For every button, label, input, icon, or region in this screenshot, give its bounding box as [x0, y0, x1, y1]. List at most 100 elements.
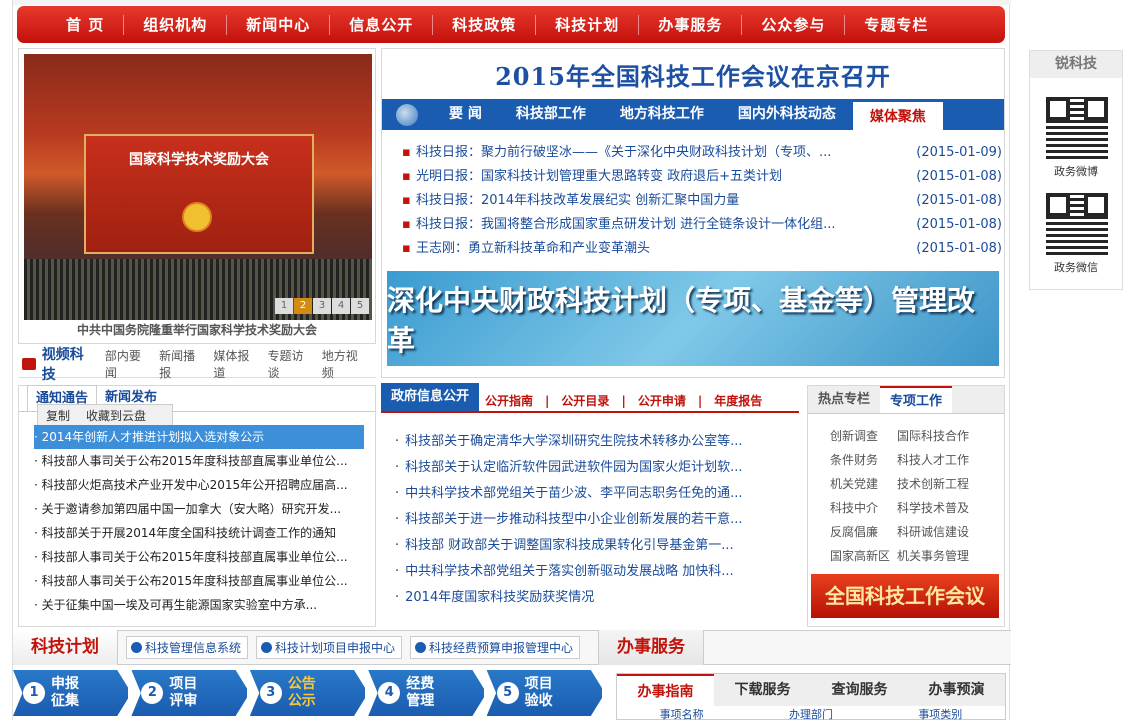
tab-preview[interactable]: 办事预演: [908, 674, 1005, 706]
step-item[interactable]: 4 经费管理: [368, 670, 487, 716]
link-apply[interactable]: 公开申请: [632, 391, 692, 411]
video-link[interactable]: 专题访谈: [268, 347, 315, 381]
step-item[interactable]: 5 项目验收: [486, 670, 606, 716]
nav-item[interactable]: 新闻中心: [227, 14, 331, 35]
tab-media-focus[interactable]: 媒体聚焦: [852, 102, 943, 130]
conference-banner[interactable]: 全国科技工作会议: [811, 574, 999, 618]
video-link[interactable]: 部内要闻: [105, 347, 152, 381]
slider-dot[interactable]: 5: [351, 298, 369, 314]
nav-item[interactable]: 信息公开: [330, 14, 434, 35]
nav-item[interactable]: 科技政策: [433, 14, 537, 35]
tab-news[interactable]: 要 闻: [432, 99, 499, 130]
link[interactable]: 科技中介: [830, 496, 897, 520]
step-label: 项目验收: [524, 676, 553, 709]
link-guide[interactable]: 公开指南: [479, 391, 539, 411]
news-row[interactable]: ▪ 科技日报：聚力前行破坚冰——《关于深化中央财政科技计划（专项、... (2015…: [402, 141, 1002, 165]
special-work-links: 创新调查 国际科技合作 条件财务 科技人才工作 机关党建 技术创新工程 科技中介…: [830, 424, 1000, 568]
list-item[interactable]: · 科技部人事司关于公布2015年度科技部直属事业单位公...: [34, 449, 364, 473]
video-title[interactable]: 视频科技: [42, 344, 97, 384]
link[interactable]: 国际科技合作: [897, 424, 1000, 448]
step-item-active[interactable]: 3 公告公示: [249, 670, 369, 716]
nav-item[interactable]: 公众参与: [742, 14, 846, 35]
list-item[interactable]: · 科技部人事司关于公布2015年度科技部直属事业单位公...: [34, 545, 364, 569]
list-item[interactable]: 2014年度国家科技奖励获奖情况: [395, 585, 795, 611]
list-item[interactable]: · 科技部关于开展2014年度全国科技统计调查工作的通知: [34, 521, 364, 545]
list-item[interactable]: · 关于邀请参加第四届中国一加拿大（安大略）研究开发...: [34, 497, 364, 521]
news-row[interactable]: ▪ 科技日报：2014年科技改革发展纪实 创新汇聚中国力量 (2015-01-08): [402, 189, 1002, 213]
news-title[interactable]: 科技日报：我国将整合形成国家重点研发计划 进行全链条设计一体化组...: [416, 213, 916, 237]
video-link[interactable]: 新闻播报: [159, 347, 206, 381]
video-link[interactable]: 地方视频: [322, 347, 369, 381]
list-item[interactable]: 科技部关于认定临沂软件园武进软件园为国家火炬计划软...: [395, 455, 795, 481]
list-item[interactable]: 科技部 财政部关于调整国家科技成果转化引导基金第一...: [395, 533, 795, 559]
emblem-icon: [182, 202, 212, 232]
service-label[interactable]: 办事服务: [598, 630, 705, 665]
slider-dot[interactable]: 4: [332, 298, 350, 314]
tab-ministry-work[interactable]: 科技部工作: [499, 99, 603, 130]
nav-item[interactable]: 首 页: [47, 14, 125, 35]
tab-service-guide[interactable]: 办事指南: [617, 674, 714, 706]
tab-special-work[interactable]: 专项工作: [880, 386, 953, 413]
news-title[interactable]: 科技日报：2014年科技改革发展纪实 创新汇聚中国力量: [416, 189, 916, 213]
list-item[interactable]: · 科技部人事司关于公布2015年度科技部直属事业单位公...: [34, 569, 364, 593]
link[interactable]: 创新调查: [830, 424, 897, 448]
nav-item[interactable]: 科技计划: [536, 14, 640, 35]
link-annual-report[interactable]: 年度报告: [708, 391, 768, 411]
menu-item-save-cloud[interactable]: 收藏到云盘: [78, 407, 154, 424]
news-row[interactable]: ▪ 王志刚：勇立新科技革命和产业变革潮头 (2015-01-08): [402, 237, 1002, 261]
list-item[interactable]: 中共科学技术部党组关于苗少波、李平同志职务任免的通...: [395, 481, 795, 507]
bullet: ▪: [402, 193, 411, 208]
slide-image[interactable]: 国家科学技术奖励大会: [24, 54, 372, 320]
link[interactable]: 条件财务: [830, 448, 897, 472]
link[interactable]: 技术创新工程: [897, 472, 1000, 496]
link[interactable]: 科研诚信建设: [897, 520, 1000, 544]
qr-code-icon[interactable]: [1046, 193, 1108, 255]
list-item[interactable]: 科技部关于进一步推动科技型中小企业创新发展的若干意...: [395, 507, 795, 533]
budget-apply-button[interactable]: 科技经费预算申报管理中心: [410, 636, 581, 659]
reform-banner-text: 深化中央财政科技计划（专项、基金等）管理改革: [387, 283, 976, 357]
tab-query[interactable]: 查询服务: [811, 674, 908, 706]
video-link[interactable]: 媒体报道: [213, 347, 260, 381]
news-row[interactable]: ▪ 科技日报：我国将整合形成国家重点研发计划 进行全链条设计一体化组... (201…: [402, 213, 1002, 237]
news-title[interactable]: 科技日报：聚力前行破坚冰——《关于深化中央财政科技计划（专项、...: [416, 141, 916, 165]
tab-domestic-foreign[interactable]: 国内外科技动态: [721, 99, 853, 130]
slider-dot[interactable]: 3: [313, 298, 331, 314]
bullet: ▪: [402, 241, 411, 256]
link[interactable]: 机关党建: [830, 472, 897, 496]
list-item[interactable]: · 2014年创新人才推进计划拟入选对象公示: [34, 425, 364, 449]
nav-item[interactable]: 组织机构: [124, 14, 228, 35]
news-title[interactable]: 光明日报：国家科技计划管理重大思路转变 政府退后+五类计划: [416, 165, 916, 189]
qr-code-icon[interactable]: [1046, 97, 1108, 159]
step-item[interactable]: 1 申报征集: [13, 670, 132, 716]
link[interactable]: 机关事务管理: [897, 544, 1000, 568]
link-catalog[interactable]: 公开目录: [555, 391, 615, 411]
sci-plan-label[interactable]: 科技计划: [13, 630, 118, 665]
nav-item[interactable]: 专题专栏: [845, 15, 947, 35]
link[interactable]: 国家高新区: [830, 544, 897, 568]
headline-title[interactable]: 2015年全国科技工作会议在京召开: [382, 57, 1004, 92]
list-item[interactable]: · 科技部火炬高技术产业开发中心2015年公开招聘应届高...: [34, 473, 364, 497]
list-item[interactable]: · 关于征集中国一埃及可再生能源国家实验室中方承...: [34, 593, 364, 617]
link[interactable]: 科学技术普及: [897, 496, 1000, 520]
news-title[interactable]: 王志刚：勇立新科技革命和产业变革潮头: [416, 237, 916, 261]
reform-banner[interactable]: 深化中央财政科技计划（专项、基金等）管理改革: [387, 271, 999, 366]
link[interactable]: 科技人才工作: [897, 448, 1000, 472]
step-label: 公告公示: [287, 676, 316, 709]
slider-dot[interactable]: 1: [275, 298, 293, 314]
menu-item-copy[interactable]: 复制: [38, 407, 78, 424]
slide-caption[interactable]: 中共中国务院隆重举行国家科学技术奖励大会: [19, 318, 375, 343]
tab-local-work[interactable]: 地方科技工作: [603, 99, 721, 130]
tab-hot-topics[interactable]: 热点专栏: [808, 386, 880, 413]
link[interactable]: 反腐倡廉: [830, 520, 897, 544]
list-item[interactable]: 中共科学技术部党组关于落实创新驱动发展战略 加快科...: [395, 559, 795, 585]
nav-item[interactable]: 办事服务: [639, 14, 743, 35]
step-item[interactable]: 2 项目评审: [131, 670, 250, 716]
news-row[interactable]: ▪ 光明日报：国家科技计划管理重大思路转变 政府退后+五类计划 (2015-01-0…: [402, 165, 1002, 189]
tab-gov-info[interactable]: 政府信息公开: [381, 383, 480, 411]
gov-tabs: 政府信息公开 公开指南 | 公开目录 | 公开申请 | 年度报告: [381, 383, 799, 413]
slider-dot-active[interactable]: 2: [294, 298, 312, 314]
mgmt-system-button[interactable]: 科技管理信息系统: [126, 636, 249, 659]
list-item[interactable]: 科技部关于确定清华大学深圳研究生院技术转移办公室等...: [395, 429, 795, 455]
tab-download[interactable]: 下载服务: [714, 674, 811, 706]
project-apply-button[interactable]: 科技计划项目申报中心: [256, 636, 403, 659]
